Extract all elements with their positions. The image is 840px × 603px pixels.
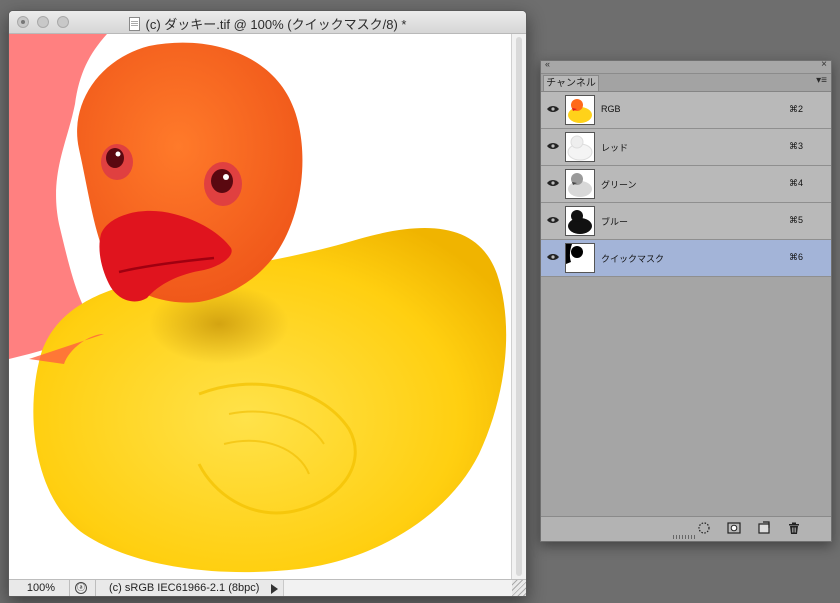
image-canvas[interactable] xyxy=(9,34,511,579)
panel-resize-grip[interactable] xyxy=(673,535,697,539)
channel-list: RGB ⌘2 レッド ⌘3 グリーン ⌘4 ブルー ⌘5 クイックマスク ⌘6 xyxy=(541,92,831,516)
channel-row-red[interactable]: レッド ⌘3 xyxy=(541,129,831,166)
channel-name: グリーン xyxy=(601,180,637,190)
status-bar: 100% ⓐ (c) sRGB IEC61966-2.1 (8bpc) xyxy=(9,579,526,596)
channel-row-green[interactable]: グリーン ⌘4 xyxy=(541,166,831,203)
resize-grip-icon[interactable] xyxy=(512,580,526,596)
panel-menu-icon[interactable]: ▾≡ xyxy=(816,75,827,86)
eye-icon[interactable] xyxy=(547,105,559,113)
zoom-level-field[interactable]: 100% xyxy=(13,580,70,596)
channel-name: RGB xyxy=(601,104,621,114)
eye-icon[interactable] xyxy=(547,142,559,150)
channel-shortcut: ⌘3 xyxy=(788,141,803,151)
panel-tab-row: チャンネル ▾≡ xyxy=(541,74,831,92)
channel-shortcut: ⌘5 xyxy=(788,215,803,225)
document-proxy-icon[interactable] xyxy=(128,17,140,31)
vertical-scrollbar[interactable] xyxy=(511,34,526,579)
horizontal-scrollbar[interactable] xyxy=(283,580,512,596)
eye-icon[interactable] xyxy=(547,253,559,261)
eye-icon[interactable] xyxy=(547,216,559,224)
eye-icon[interactable] xyxy=(547,179,559,187)
channel-shortcut: ⌘6 xyxy=(788,252,803,262)
channel-thumbnail-quickmask xyxy=(565,243,595,273)
channels-panel: « × チャンネル ▾≡ RGB ⌘2 レッド ⌘3 グリーン ⌘4 ブルー ⌘… xyxy=(540,59,832,542)
channel-shortcut: ⌘2 xyxy=(788,104,803,114)
vertical-scroll-thumb[interactable] xyxy=(516,37,522,576)
channel-thumbnail-blue xyxy=(565,206,595,236)
new-channel-icon[interactable] xyxy=(757,521,771,535)
trash-icon[interactable] xyxy=(787,521,801,535)
document-title-area: (c) ダッキー.tif @ 100% (クイックマスク/8) * xyxy=(9,14,526,33)
channel-row-blue[interactable]: ブルー ⌘5 xyxy=(541,203,831,240)
channel-row-quickmask[interactable]: クイックマスク ⌘6 xyxy=(541,240,831,277)
channel-name: レッド xyxy=(601,143,629,153)
status-menu-arrow-icon[interactable] xyxy=(271,584,278,594)
panel-footer xyxy=(541,516,831,541)
document-titlebar[interactable]: (c) ダッキー.tif @ 100% (クイックマスク/8) * xyxy=(9,11,526,34)
document-info-icon[interactable]: ⓐ xyxy=(75,582,87,594)
status-divider xyxy=(95,580,96,596)
collapse-panel-icon[interactable]: « xyxy=(545,59,550,69)
channel-row-rgb[interactable]: RGB ⌘2 xyxy=(541,92,831,129)
panel-header-bar[interactable]: « × xyxy=(541,59,831,74)
channel-thumbnail-rgb xyxy=(565,95,595,125)
color-profile-text: (c) sRGB IEC61966-2.1 (8bpc) xyxy=(109,582,260,594)
duck-body xyxy=(33,228,507,573)
document-window: (c) ダッキー.tif @ 100% (クイックマスク/8) * 100% ⓐ… xyxy=(8,10,527,597)
channel-name: クイックマスク xyxy=(601,254,665,264)
channel-shortcut: ⌘4 xyxy=(788,178,803,188)
channel-thumbnail-red xyxy=(565,132,595,162)
close-panel-icon[interactable]: × xyxy=(821,59,827,70)
tab-channels[interactable]: チャンネル xyxy=(543,75,599,91)
channel-name: ブルー xyxy=(601,217,629,227)
duck-image xyxy=(9,34,507,573)
document-title: (c) ダッキー.tif @ 100% (クイックマスク/8) * xyxy=(145,17,407,32)
load-selection-icon[interactable] xyxy=(697,521,711,535)
channel-thumbnail-green xyxy=(565,169,595,199)
save-selection-icon[interactable] xyxy=(727,521,741,535)
